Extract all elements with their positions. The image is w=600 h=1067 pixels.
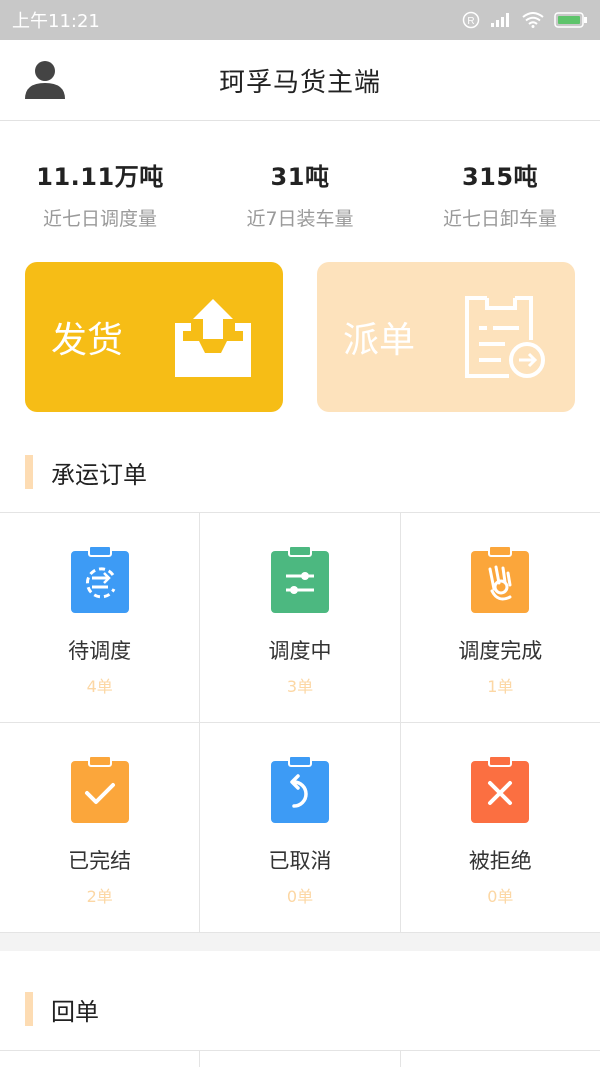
ship-button[interactable]: 发货 [25, 262, 283, 412]
order-status-cancelled[interactable]: 已取消 0单 [200, 723, 401, 932]
cell-count: 4单 [86, 677, 113, 696]
section-title: 承运订单 [51, 460, 147, 489]
ok-hand-icon [471, 545, 530, 613]
cell-label: 调度中 [268, 639, 332, 663]
receipt-grid-cell[interactable] [401, 1051, 600, 1067]
cell-count: 0单 [487, 887, 514, 906]
cell-label: 已完结 [68, 849, 132, 873]
ship-label: 发货 [51, 320, 124, 361]
clipboard-arrow-icon [465, 296, 545, 378]
order-status-rejected[interactable]: 被拒绝 0单 [401, 723, 600, 932]
dispatch-button[interactable]: 派单 [317, 262, 575, 412]
cell-label: 被拒绝 [468, 849, 532, 873]
dispatch-label: 派单 [343, 320, 416, 361]
order-status-pending[interactable]: 待调度 4单 [0, 513, 201, 722]
receipt-section-header: 回单 [0, 979, 600, 1039]
cell-count: 3单 [286, 677, 314, 696]
stat-unloading-volume: 315吨 近七日卸车量 [400, 121, 600, 247]
cell-label: 调度完成 [458, 639, 543, 663]
battery-icon [554, 12, 587, 28]
sliders-icon [270, 545, 329, 613]
orders-section-header: 承运订单 [0, 442, 600, 502]
section-title: 回单 [51, 997, 99, 1026]
order-status-closed[interactable]: 已完结 2单 [0, 723, 201, 932]
receipt-grid-cell[interactable] [200, 1051, 401, 1067]
app-header: 珂孚马货主端 [0, 40, 600, 121]
stats-summary: 11.11万吨 近七日调度量 31吨 近7日装车量 315吨 近七日卸车量 [0, 121, 600, 247]
upload-tray-icon [175, 299, 251, 377]
close-icon [471, 755, 530, 823]
stat-dispatch-volume: 11.11万吨 近七日调度量 [0, 121, 200, 247]
order-status-dispatching[interactable]: 调度中 3单 [200, 513, 401, 722]
registered-icon: R [462, 11, 480, 29]
order-status-dispatched[interactable]: 调度完成 1单 [401, 513, 600, 722]
page-title: 珂孚马货主端 [218, 67, 381, 98]
receipt-grid [0, 1050, 600, 1067]
status-bar: 上午11:21 R [0, 0, 600, 40]
cell-label: 待调度 [68, 639, 132, 663]
status-icons: R [462, 11, 588, 29]
stat-label: 近7日装车量 [246, 208, 354, 230]
avatar-icon[interactable] [24, 60, 66, 100]
grid-row: 待调度 4单 调度中 3单 调度完成 1单 [0, 513, 600, 723]
grid-row: 已完结 2单 已取消 0单 被拒绝 0单 [0, 723, 600, 933]
status-time: 上午11:21 [12, 11, 100, 32]
undo-icon [270, 755, 329, 823]
stat-value: 11.11万吨 [36, 163, 164, 191]
receipt-grid-cell[interactable] [0, 1051, 201, 1067]
section-accent-bar [25, 992, 33, 1026]
stat-label: 近七日卸车量 [442, 208, 557, 230]
check-icon [70, 755, 129, 823]
section-divider [0, 933, 600, 951]
section-accent-bar [25, 455, 33, 489]
stat-label: 近七日调度量 [42, 208, 157, 230]
signal-icon [491, 13, 509, 27]
cell-count: 1单 [487, 677, 514, 696]
svg-text:R: R [467, 16, 474, 27]
orders-grid: 待调度 4单 调度中 3单 调度完成 1单 已完结 2单 已取消 0单 被拒绝 … [0, 512, 600, 933]
cell-count: 0单 [286, 887, 314, 906]
cell-count: 2单 [86, 887, 113, 906]
stat-value: 31吨 [270, 163, 330, 191]
stat-loading-volume: 31吨 近7日装车量 [200, 121, 400, 247]
stat-value: 315吨 [461, 163, 539, 191]
wifi-icon [522, 12, 544, 28]
cell-label: 已取消 [268, 849, 332, 873]
schedule-icon [70, 545, 129, 613]
